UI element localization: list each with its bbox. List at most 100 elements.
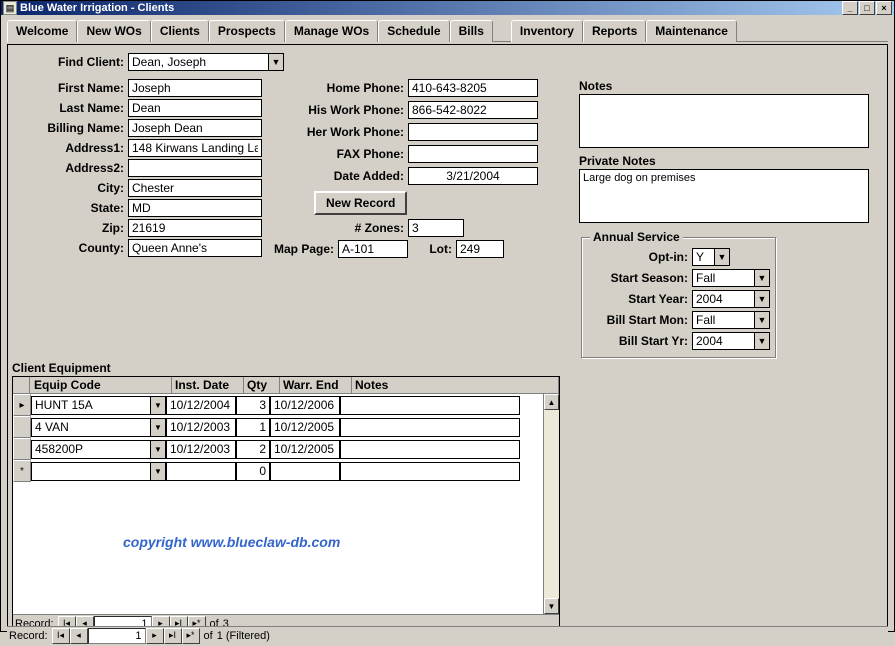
tab-bills[interactable]: Bills: [450, 20, 493, 42]
inst-date-input[interactable]: [166, 440, 236, 459]
dropdown-icon[interactable]: ▼: [754, 269, 770, 287]
bill-start-mon-input[interactable]: [692, 311, 754, 329]
dropdown-icon[interactable]: ▼: [151, 440, 166, 459]
equip-code-input[interactable]: [31, 462, 151, 481]
warr-end-input[interactable]: [270, 462, 340, 481]
nav-prev-button[interactable]: ◂: [70, 628, 88, 644]
fax-phone-input[interactable]: [408, 145, 538, 163]
start-year-input[interactable]: [692, 290, 754, 308]
scroll-down-icon[interactable]: ▼: [544, 598, 559, 614]
find-client-input[interactable]: [128, 53, 268, 71]
home-phone-label: Home Phone:: [274, 81, 404, 95]
warr-end-input[interactable]: [270, 440, 340, 459]
opt-in-select[interactable]: ▼: [692, 248, 730, 266]
new-record-button[interactable]: New Record: [314, 191, 407, 215]
start-season-input[interactable]: [692, 269, 754, 287]
warr-end-input[interactable]: [270, 396, 340, 415]
find-client-select[interactable]: ▼: [128, 53, 284, 71]
row-selector-new-icon[interactable]: *: [13, 460, 31, 482]
tab-prospects[interactable]: Prospects: [209, 20, 285, 42]
row-selector[interactable]: [13, 438, 31, 460]
qty-input[interactable]: [236, 440, 270, 459]
state-input[interactable]: [128, 199, 262, 217]
start-year-label: Start Year:: [588, 292, 688, 306]
equip-notes-input[interactable]: [340, 396, 520, 415]
city-input[interactable]: [128, 179, 262, 197]
bill-start-mon-label: Bill Start Mon:: [588, 313, 688, 327]
tab-reports[interactable]: Reports: [583, 20, 646, 42]
start-season-select[interactable]: ▼: [692, 269, 770, 287]
opt-in-input[interactable]: [692, 248, 714, 266]
equip-notes-input[interactable]: [340, 462, 520, 481]
row-selector-current-icon[interactable]: ▸: [13, 394, 31, 416]
bill-start-mon-select[interactable]: ▼: [692, 311, 770, 329]
last-name-input[interactable]: [128, 99, 262, 117]
tab-maintenance[interactable]: Maintenance: [646, 20, 737, 42]
county-input[interactable]: [128, 239, 262, 257]
last-name-label: Last Name:: [12, 101, 124, 115]
num-zones-input[interactable]: [408, 219, 464, 237]
equipment-subform: Equip Code Inst. Date Qty Warr. End Note…: [12, 376, 560, 633]
inst-date-input[interactable]: [166, 462, 236, 481]
form-record-nav: Record: I◂ ◂ 1 ▸ ▸I ▸* of 1 (Filtered): [7, 626, 888, 644]
county-label: County:: [12, 241, 124, 255]
his-work-phone-input[interactable]: [408, 101, 538, 119]
tab-new-wos[interactable]: New WOs: [77, 20, 150, 42]
col-qty: Qty: [244, 377, 280, 393]
warr-end-input[interactable]: [270, 418, 340, 437]
dropdown-icon[interactable]: ▼: [754, 290, 770, 308]
maximize-button[interactable]: □: [859, 1, 875, 15]
her-work-phone-input[interactable]: [408, 123, 538, 141]
billing-name-input[interactable]: [128, 119, 262, 137]
city-label: City:: [12, 181, 124, 195]
inst-date-input[interactable]: [166, 418, 236, 437]
lot-input[interactable]: [456, 240, 504, 258]
nav-last-button[interactable]: ▸I: [164, 628, 182, 644]
equip-code-input[interactable]: [31, 396, 151, 415]
tab-manage-wos[interactable]: Manage WOs: [285, 20, 378, 42]
private-notes-textarea[interactable]: Large dog on premises: [579, 169, 869, 223]
map-page-input[interactable]: [338, 240, 408, 258]
nav-new-button[interactable]: ▸*: [182, 628, 200, 644]
dropdown-icon[interactable]: ▼: [151, 396, 166, 415]
notes-textarea[interactable]: [579, 94, 869, 148]
close-button[interactable]: ×: [876, 1, 892, 15]
equip-code-input[interactable]: [31, 418, 151, 437]
lot-label: Lot:: [416, 242, 452, 256]
dropdown-icon[interactable]: ▼: [754, 332, 770, 350]
minimize-button[interactable]: _: [842, 1, 858, 15]
inst-date-input[interactable]: [166, 396, 236, 415]
qty-input[interactable]: [236, 418, 270, 437]
vertical-scrollbar[interactable]: ▲ ▼: [543, 394, 559, 614]
nav-first-button[interactable]: I◂: [52, 628, 70, 644]
address2-input[interactable]: [128, 159, 262, 177]
scroll-up-icon[interactable]: ▲: [544, 394, 559, 410]
equip-notes-input[interactable]: [340, 418, 520, 437]
zip-input[interactable]: [128, 219, 262, 237]
record-number[interactable]: 1: [88, 628, 146, 644]
equip-notes-input[interactable]: [340, 440, 520, 459]
tab-schedule[interactable]: Schedule: [378, 20, 449, 42]
date-added-input[interactable]: [408, 167, 538, 185]
dropdown-icon[interactable]: ▼: [754, 311, 770, 329]
dropdown-icon[interactable]: ▼: [151, 418, 166, 437]
bill-start-yr-input[interactable]: [692, 332, 754, 350]
home-phone-input[interactable]: [408, 79, 538, 97]
row-selector[interactable]: [13, 416, 31, 438]
equip-code-input[interactable]: [31, 440, 151, 459]
tab-inventory[interactable]: Inventory: [511, 20, 583, 42]
dropdown-icon[interactable]: ▼: [151, 462, 166, 481]
qty-input[interactable]: [236, 462, 270, 481]
first-name-input[interactable]: [128, 79, 262, 97]
tab-welcome[interactable]: Welcome: [7, 20, 77, 42]
qty-input[interactable]: [236, 396, 270, 415]
first-name-label: First Name:: [12, 81, 124, 95]
map-page-label: Map Page:: [268, 242, 334, 256]
start-year-select[interactable]: ▼: [692, 290, 770, 308]
dropdown-icon[interactable]: ▼: [268, 53, 284, 71]
dropdown-icon[interactable]: ▼: [714, 248, 730, 266]
address1-input[interactable]: [128, 139, 262, 157]
bill-start-yr-select[interactable]: ▼: [692, 332, 770, 350]
tab-clients[interactable]: Clients: [151, 20, 209, 42]
nav-next-button[interactable]: ▸: [146, 628, 164, 644]
